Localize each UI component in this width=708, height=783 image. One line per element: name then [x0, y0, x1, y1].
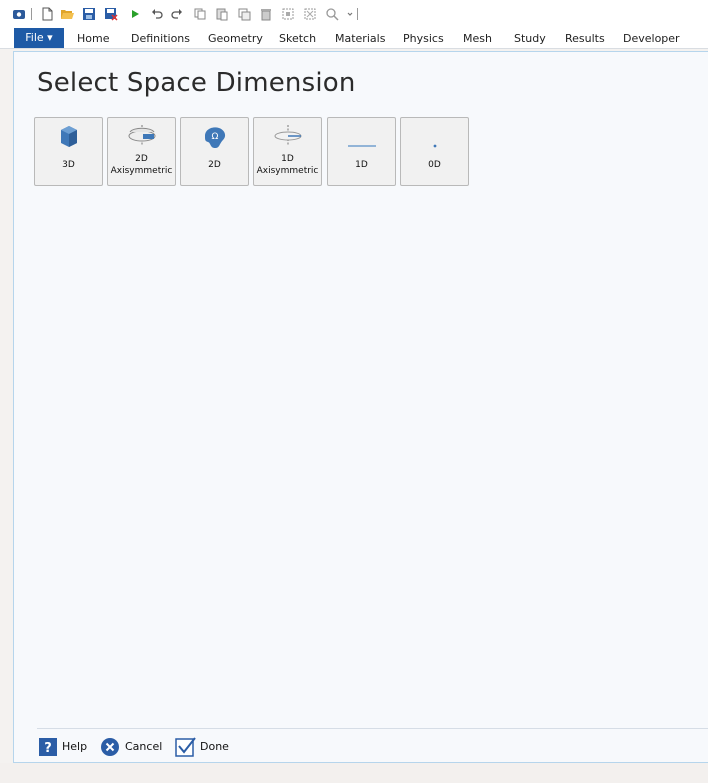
- help-icon: ?: [38, 737, 58, 757]
- save-as-icon[interactable]: [104, 7, 118, 21]
- dimension-label: 2D: [208, 160, 221, 170]
- dimension-label: 3D: [62, 160, 75, 170]
- done-label: Done: [200, 740, 229, 753]
- dimension-1d-button[interactable]: 1D: [327, 117, 396, 186]
- save-icon[interactable]: [82, 7, 96, 21]
- app-icon[interactable]: [12, 7, 26, 21]
- help-label: Help: [62, 740, 88, 753]
- dimension-0d-button[interactable]: 0D: [400, 117, 469, 186]
- dimension-label: 1D: [281, 154, 294, 164]
- dimension-3d-button[interactable]: 3D: [34, 117, 103, 186]
- open-folder-icon[interactable]: [60, 7, 74, 21]
- copy-icon[interactable]: [193, 7, 207, 21]
- dimension-label: 0D: [428, 160, 441, 170]
- tab-mesh[interactable]: Mesh: [463, 28, 492, 48]
- tab-physics[interactable]: Physics: [403, 28, 444, 48]
- select-all-icon[interactable]: [281, 7, 295, 21]
- chevron-down-icon[interactable]: [343, 7, 357, 21]
- dimension-label: 1D: [355, 160, 368, 170]
- zoom-icon[interactable]: [325, 7, 339, 21]
- done-button[interactable]: Done: [175, 735, 235, 759]
- dimension-sublabel: Axisymmetric: [110, 166, 173, 176]
- line-segment-icon: [328, 124, 395, 158]
- dimension-label: 2D: [135, 154, 148, 164]
- cancel-label: Cancel: [125, 740, 163, 753]
- svg-text:Ω: Ω: [211, 132, 218, 142]
- page-title: Select Space Dimension: [37, 68, 356, 98]
- toolbar-separator: [357, 8, 358, 20]
- axisymmetric-2d-icon: [108, 124, 175, 158]
- dimension-2d-button[interactable]: Ω 2D: [180, 117, 249, 186]
- cancel-button[interactable]: Cancel: [100, 735, 164, 759]
- tab-results[interactable]: Results: [565, 28, 605, 48]
- dimension-sublabel: Axisymmetric: [256, 166, 319, 176]
- model-wizard-panel: Select Space Dimension 3D 2D Axisymmetri…: [13, 51, 708, 763]
- footer-divider: [37, 728, 708, 729]
- tab-home[interactable]: Home: [77, 28, 109, 48]
- paste-icon[interactable]: [215, 7, 229, 21]
- point-icon: [401, 124, 468, 158]
- status-area: [0, 763, 708, 783]
- run-icon[interactable]: [128, 7, 142, 21]
- tab-file[interactable]: File ▾: [14, 28, 64, 48]
- dimension-2d-axisymmetric-button[interactable]: 2D Axisymmetric: [107, 117, 176, 186]
- duplicate-icon[interactable]: [237, 7, 251, 21]
- dimension-1d-axisymmetric-button[interactable]: 1D Axisymmetric: [253, 117, 322, 186]
- help-button[interactable]: ? Help: [38, 735, 88, 759]
- delete-icon[interactable]: [259, 7, 273, 21]
- tab-developer[interactable]: Developer: [623, 28, 680, 48]
- tab-study[interactable]: Study: [514, 28, 546, 48]
- toolbar-separator: [31, 8, 32, 20]
- redo-icon[interactable]: [170, 7, 184, 21]
- done-icon: [175, 737, 197, 757]
- new-file-icon[interactable]: [40, 7, 54, 21]
- tab-sketch[interactable]: Sketch: [279, 28, 316, 48]
- ribbon-tab-bar: File ▾ Home Definitions Geometry Sketch …: [0, 28, 708, 49]
- cube-icon: [35, 124, 102, 158]
- cancel-icon: [100, 737, 120, 757]
- deselect-icon[interactable]: [303, 7, 317, 21]
- svg-text:?: ?: [44, 741, 52, 756]
- axisymmetric-1d-icon: [254, 124, 321, 158]
- undo-icon[interactable]: [150, 7, 164, 21]
- tab-materials[interactable]: Materials: [335, 28, 385, 48]
- tab-definitions[interactable]: Definitions: [131, 28, 190, 48]
- quick-access-toolbar: [0, 0, 708, 28]
- omega-domain-icon: Ω: [181, 124, 248, 158]
- tab-geometry[interactable]: Geometry: [208, 28, 263, 48]
